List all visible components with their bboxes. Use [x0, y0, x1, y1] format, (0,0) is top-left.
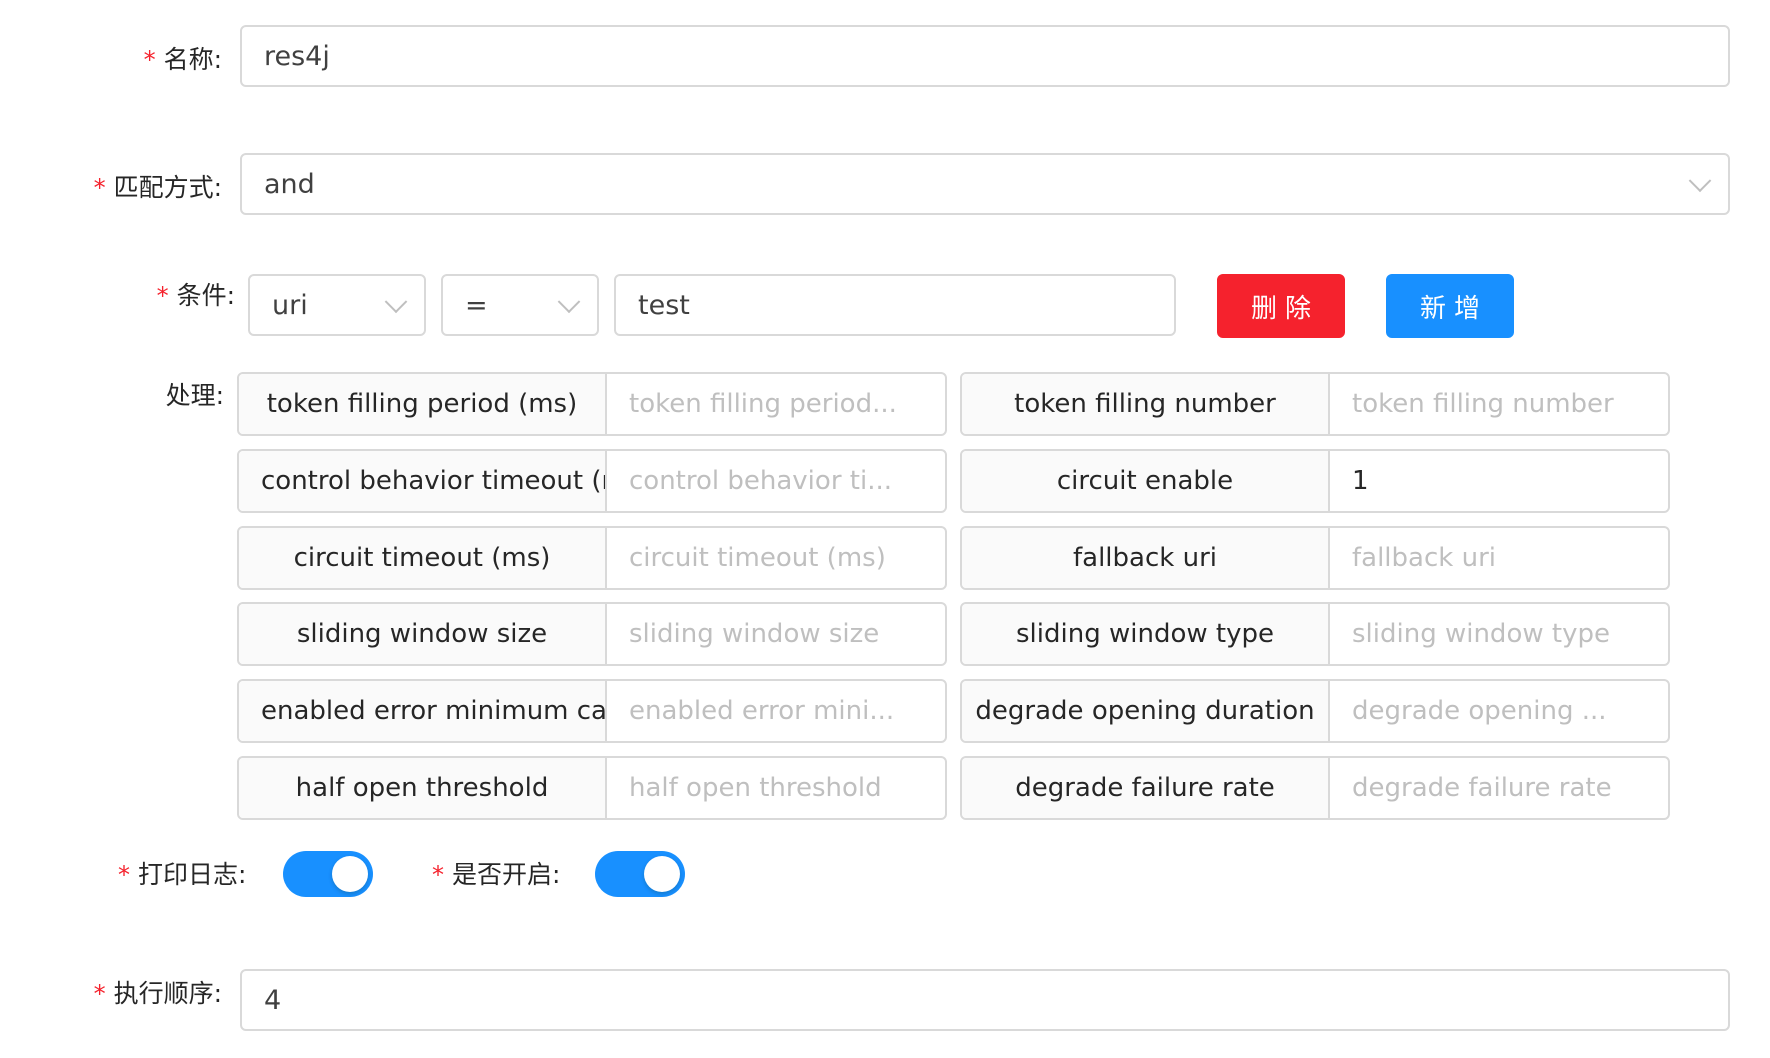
- handle-field-minimum-calls: enabled error minimum cal enabled error …: [237, 679, 947, 743]
- condition-form-item: * 条件:: [0, 274, 240, 336]
- handle-field-degrade-failure-rate: degrade failure rate degrade failure rat…: [960, 756, 1670, 820]
- handle-field-circuit-timeout: circuit timeout (ms) circuit timeout (ms…: [237, 526, 947, 590]
- match-mode-label-text: 匹配方式:: [113, 173, 222, 202]
- required-mark: *: [156, 282, 169, 310]
- sort-form-item: * 执行顺序:: [0, 976, 240, 1038]
- logged-switch[interactable]: [283, 851, 373, 897]
- field-input[interactable]: degrade opening ...: [1330, 681, 1668, 741]
- enabled-label-text: 是否开启:: [452, 860, 561, 889]
- required-mark: *: [432, 861, 444, 889]
- field-input[interactable]: circuit timeout (ms): [607, 528, 945, 588]
- handle-field-sliding-window-size: sliding window size sliding window size: [237, 602, 947, 666]
- enabled-switch[interactable]: [595, 851, 685, 897]
- condition-operator-select[interactable]: =: [441, 274, 599, 336]
- field-input[interactable]: token filling number: [1330, 374, 1668, 434]
- field-input[interactable]: sliding window size: [607, 604, 945, 664]
- sort-label-text: 执行顺序:: [113, 979, 222, 1008]
- field-name: circuit timeout (ms): [239, 528, 607, 588]
- field-input[interactable]: token filling period...: [607, 374, 945, 434]
- condition-param-type-select[interactable]: uri: [248, 274, 426, 336]
- match-mode-value: and: [264, 168, 315, 200]
- field-name: enabled error minimum cal: [239, 681, 607, 741]
- required-mark: *: [118, 861, 130, 889]
- field-name: sliding window size: [239, 604, 607, 664]
- name-form-item: * 名称:: [0, 29, 240, 91]
- field-name: half open threshold: [239, 758, 607, 818]
- field-name: degrade opening duration: [962, 681, 1330, 741]
- condition-value-input[interactable]: test: [614, 274, 1176, 336]
- handle-field-token-filling-period: token filling period (ms) token filling …: [237, 372, 947, 436]
- add-condition-button[interactable]: 新增: [1386, 274, 1514, 338]
- logged-label: * 打印日志:: [118, 857, 246, 893]
- condition-label-text: 条件:: [176, 281, 235, 310]
- chevron-down-icon: [384, 290, 408, 314]
- field-input[interactable]: sliding window type: [1330, 604, 1668, 664]
- sort-input[interactable]: 4: [240, 969, 1730, 1031]
- handle-field-control-behavior-timeout: control behavior timeout (r control beha…: [237, 449, 947, 513]
- field-input[interactable]: half open threshold: [607, 758, 945, 818]
- handle-field-circuit-enable: circuit enable 1: [960, 449, 1670, 513]
- handle-field-sliding-window-type: sliding window type sliding window type: [960, 602, 1670, 666]
- name-label-text: 名称:: [163, 45, 222, 74]
- switch-knob: [332, 856, 368, 892]
- field-name: token filling number: [962, 374, 1330, 434]
- required-mark: *: [93, 174, 106, 202]
- enabled-label: * 是否开启:: [432, 857, 560, 893]
- field-name: circuit enable: [962, 451, 1330, 511]
- match-mode-form-item: * 匹配方式:: [0, 157, 240, 219]
- chevron-down-icon: [1688, 169, 1712, 193]
- condition-label: * 条件:: [157, 278, 235, 314]
- name-input[interactable]: res4j: [240, 25, 1730, 87]
- operator-value: =: [465, 289, 488, 321]
- field-input[interactable]: fallback uri: [1330, 528, 1668, 588]
- sort-label: * 执行顺序:: [94, 976, 222, 1012]
- switch-knob: [644, 856, 680, 892]
- param-type-value: uri: [272, 289, 308, 321]
- handle-field-fallback-uri: fallback uri fallback uri: [960, 526, 1670, 590]
- name-label: * 名称:: [144, 42, 222, 78]
- field-name: control behavior timeout (r: [239, 451, 607, 511]
- field-name: token filling period (ms): [239, 374, 607, 434]
- handle-form-item: 处理:: [0, 378, 240, 418]
- field-name: fallback uri: [962, 528, 1330, 588]
- field-name: degrade failure rate: [962, 758, 1330, 818]
- required-mark: *: [93, 980, 106, 1008]
- handle-field-degrade-opening-duration: degrade opening duration degrade opening…: [960, 679, 1670, 743]
- match-mode-label: * 匹配方式:: [94, 170, 222, 206]
- field-name: sliding window type: [962, 604, 1330, 664]
- logged-label-text: 打印日志:: [138, 860, 247, 889]
- field-input[interactable]: control behavior ti...: [607, 451, 945, 511]
- chevron-down-icon: [557, 290, 581, 314]
- field-input[interactable]: 1: [1330, 451, 1668, 511]
- field-input[interactable]: enabled error mini...: [607, 681, 945, 741]
- required-mark: *: [143, 46, 156, 74]
- handle-field-token-filling-number: token filling number token filling numbe…: [960, 372, 1670, 436]
- handle-field-half-open-threshold: half open threshold half open threshold: [237, 756, 947, 820]
- field-input[interactable]: degrade failure rate: [1330, 758, 1668, 818]
- delete-condition-button[interactable]: 删除: [1217, 274, 1345, 338]
- match-mode-select[interactable]: and: [240, 153, 1730, 215]
- handle-label: 处理:: [165, 381, 224, 410]
